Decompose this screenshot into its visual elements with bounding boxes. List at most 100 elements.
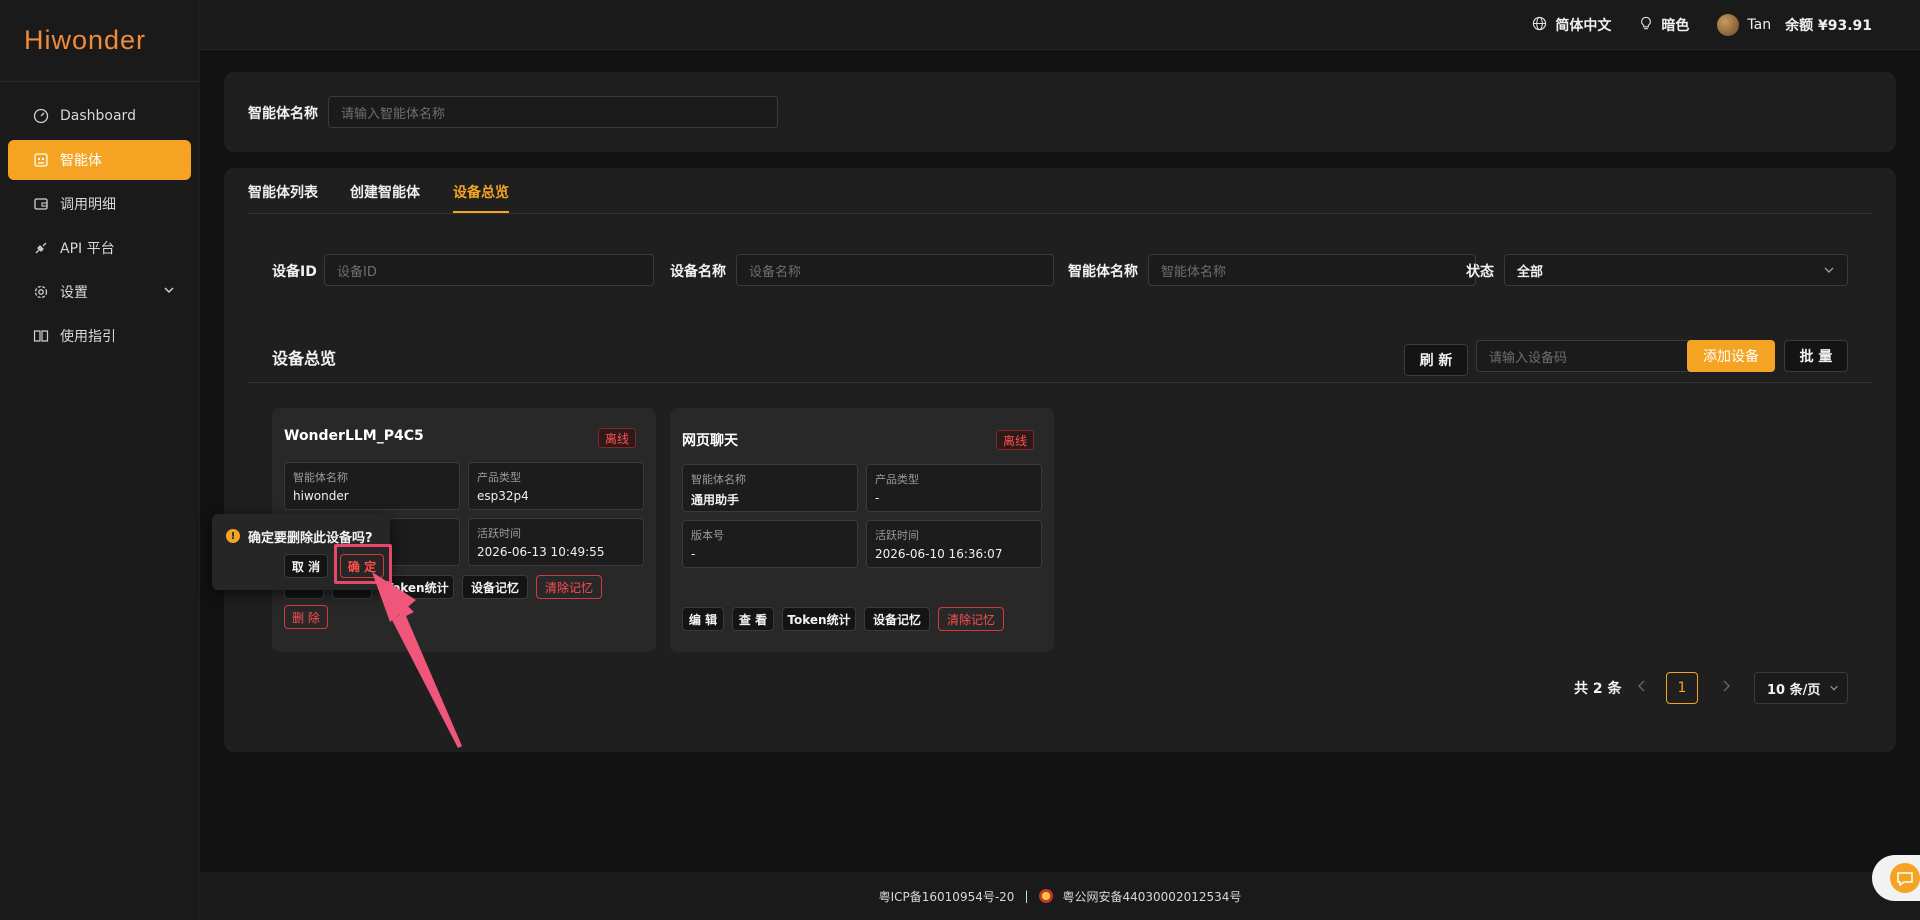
status-badge: 离线 [995,430,1034,450]
tab-device-overview[interactable]: 设备总览 [453,182,509,202]
tab-create-agent[interactable]: 创建智能体 [350,182,420,202]
theme-label: 暗色 [1661,18,1690,34]
clear-memory-button[interactable]: 清除记忆 [536,575,602,599]
device-id-input[interactable]: 设备ID [324,254,654,286]
status-select[interactable]: 全部 [1504,254,1848,286]
field-value: 2026-06-13 10:49:55 [477,545,605,559]
chevron-down-icon [163,284,175,300]
device-code-input[interactable]: 请输入设备码 [1476,340,1698,372]
status-label: 状态 [1466,264,1494,280]
field-value: - [875,491,880,505]
field-value: 通用助手 [691,493,740,507]
sidebar-item-api-platform[interactable]: API 平台 [8,228,191,268]
language-switcher[interactable]: 简体中文 [1532,15,1611,35]
cancel-button[interactable]: 取 消 [284,554,328,578]
language-label: 简体中文 [1555,18,1612,34]
field-value: - [691,547,696,561]
sidebar-item-agents[interactable]: 智能体 [8,140,191,180]
annotation-arrow [372,572,462,748]
gear-icon [32,283,50,301]
status-badge: 离线 [597,428,636,448]
device-name: WonderLLM_P4C5 [284,428,424,444]
field-key: 活跃时间 [477,527,521,540]
device-id-label: 设备ID [272,264,317,280]
active-time-field: 活跃时间 2026-06-13 10:49:55 [468,518,644,566]
product-type-field: 产品类型 esp32p4 [468,462,644,510]
device-memory-button[interactable]: 设备记忆 [462,575,528,599]
device-id-placeholder: 设备ID [337,264,377,280]
field-key: 智能体名称 [691,473,746,486]
sidebar-item-label: 使用指引 [60,329,116,345]
delete-button[interactable]: 删 除 [284,605,328,629]
chevron-down-icon [1823,264,1835,280]
page-size-select[interactable]: 10 条/页 [1754,672,1848,704]
theme-toggle[interactable]: 暗色 [1639,15,1689,35]
section-title: 设备总览 [272,349,337,368]
robot-icon [32,151,50,169]
agent-name-input[interactable]: 请输入智能体名称 [328,96,778,128]
brand-logo[interactable]: Hiwonder [0,0,199,82]
sidebar-item-guide[interactable]: 使用指引 [8,316,191,356]
sidebar-nav: Dashboard 智能体 调用明细 API 平台 设置 使用指引 [0,82,199,356]
device-name-placeholder: 设备名称 [749,264,802,280]
sidebar-item-call-details[interactable]: 调用明细 [8,184,191,224]
page-number-current[interactable]: 1 [1666,672,1698,704]
product-type-field: 产品类型 - [866,464,1042,512]
agent-name-label: 智能体名称 [248,106,318,122]
sidebar-item-dashboard[interactable]: Dashboard [8,96,191,136]
agent-name-filter-placeholder: 智能体名称 [1161,264,1227,280]
field-key: 产品类型 [477,471,521,484]
sidebar-item-label: 智能体 [60,153,102,169]
add-device-button[interactable]: 添加设备 [1687,340,1775,372]
police-badge-icon [1038,889,1053,903]
globe-icon [1532,16,1547,35]
agent-name-filter-input[interactable]: 智能体名称 [1148,254,1476,286]
agent-name-filter-label: 智能体名称 [1068,264,1138,280]
tab-agent-list[interactable]: 智能体列表 [248,182,318,202]
field-key: 产品类型 [875,473,919,486]
chevron-right-icon[interactable] [1720,679,1732,697]
divider [248,382,1872,383]
police-record[interactable]: 粤公网安备44030002012534号 [1063,888,1242,905]
agent-name-field: 智能体名称 通用助手 [682,464,858,512]
field-value: 2026-06-10 16:36:07 [875,547,1003,561]
batch-button[interactable]: 批 量 [1784,340,1848,372]
clear-memory-button[interactable]: 清除记忆 [938,607,1004,631]
sidebar: Hiwonder Dashboard 智能体 调用明细 API 平台 设置 使用… [0,0,200,920]
sidebar-item-settings[interactable]: 设置 [8,272,191,312]
device-name: 网页聊天 [682,433,738,449]
active-time-field: 活跃时间 2026-06-10 16:36:07 [866,520,1042,568]
view-button[interactable]: 查 看 [732,607,774,631]
top-header: 简体中文 暗色 Tan 余额 ¥93.91 [200,0,1920,50]
edit-button[interactable]: 编 辑 [682,607,724,631]
warning-icon: ! [226,529,240,543]
device-name-label: 设备名称 [670,264,726,280]
avatar [1717,14,1740,36]
plug-icon [32,239,50,257]
sidebar-item-label: Dashboard [60,108,136,124]
device-code-placeholder: 请输入设备码 [1489,350,1568,366]
footer-separator: | [1024,889,1029,903]
chat-widget-button[interactable] [1872,855,1920,901]
chevron-down-icon [1829,682,1839,698]
wallet-icon [32,195,50,213]
active-tab-indicator [453,211,509,213]
sidebar-item-label: 调用明细 [60,197,116,213]
page-size-value: 10 条/页 [1767,682,1821,698]
token-stats-button[interactable]: Token统计 [782,607,856,631]
sidebar-item-label: API 平台 [60,241,115,257]
book-icon [32,327,50,345]
chevron-left-icon[interactable] [1636,679,1648,697]
status-select-value: 全部 [1517,264,1544,280]
device-name-input[interactable]: 设备名称 [736,254,1054,286]
device-card: 网页聊天 离线 智能体名称 通用助手 产品类型 - 版本号 - 活跃时间 202… [670,408,1054,652]
icp-record[interactable]: 粤ICP备16010954号-20 [879,888,1015,905]
refresh-button[interactable]: 刷 新 [1404,344,1468,376]
field-key: 版本号 [691,529,724,542]
field-value: esp32p4 [477,489,529,503]
pagination-total: 共 2 条 [1574,681,1622,697]
chat-icon [1890,863,1920,893]
device-memory-button[interactable]: 设备记忆 [864,607,930,631]
user-menu[interactable]: Tan 余额 ¥93.91 [1717,14,1872,36]
field-value: hiwonder [293,489,349,503]
